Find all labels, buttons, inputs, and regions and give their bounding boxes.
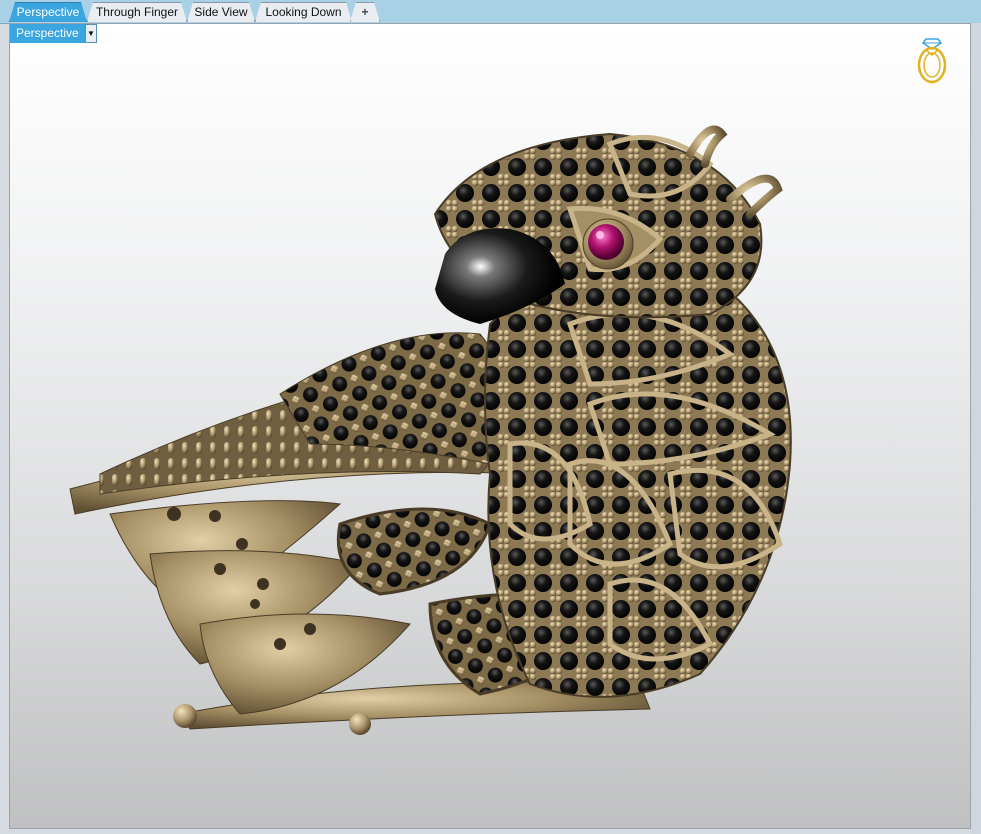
tab-side-view[interactable]: Side View: [187, 2, 255, 22]
bird-ring-model[interactable]: [10, 24, 971, 829]
chevron-down-icon[interactable]: ▼: [85, 24, 97, 43]
view-selector[interactable]: Perspective ▼: [10, 24, 97, 43]
window-edge: [971, 23, 981, 834]
3d-viewport[interactable]: Perspective ▼: [9, 23, 971, 829]
view-tab-bar: Perspective Through Finger Side View Loo…: [0, 0, 981, 24]
tab-through-finger[interactable]: Through Finger: [87, 2, 187, 22]
bird-body: [484, 259, 792, 698]
tab-looking-down[interactable]: Looking Down: [255, 2, 352, 22]
tab-perspective[interactable]: Perspective: [9, 2, 87, 22]
add-tab-button[interactable]: +: [350, 2, 380, 22]
ring-icon[interactable]: [914, 33, 950, 85]
ruby-eye: [582, 218, 634, 270]
view-selector-label[interactable]: Perspective: [10, 24, 85, 43]
